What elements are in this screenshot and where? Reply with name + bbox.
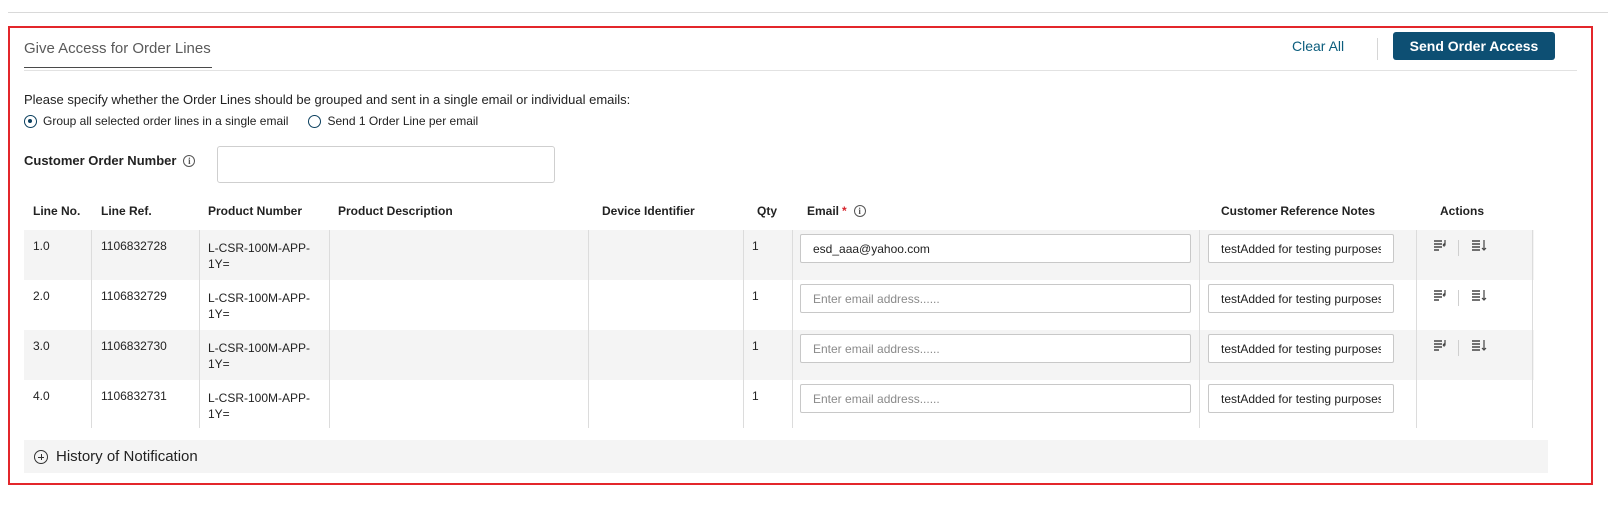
email-input[interactable] bbox=[800, 234, 1191, 263]
customer-order-number-label: Customer Order Number i bbox=[24, 153, 196, 168]
grouping-instruction: Please specify whether the Order Lines s… bbox=[24, 92, 631, 107]
cell-product-number: L-CSR-100M-APP-1Y= bbox=[208, 341, 311, 371]
action-separator bbox=[1458, 340, 1459, 356]
cell-line-ref: 1106832731 bbox=[101, 389, 167, 403]
email-input[interactable] bbox=[800, 334, 1191, 363]
cell-line-no: 3.0 bbox=[33, 339, 50, 353]
copy-to-next-icon[interactable] bbox=[1433, 289, 1449, 304]
cell-product-number: L-CSR-100M-APP-1Y= bbox=[208, 391, 311, 421]
header-line-no: Line No. bbox=[33, 204, 81, 218]
customer-reference-notes-input[interactable] bbox=[1208, 284, 1394, 313]
panel-header: Give Access for Order Lines Clear All Se… bbox=[24, 28, 1577, 71]
cell-qty: 1 bbox=[752, 339, 759, 353]
column-divider bbox=[329, 230, 330, 428]
clear-all-link[interactable]: Clear All bbox=[1292, 38, 1344, 54]
radio-one-per-email[interactable]: Send 1 Order Line per email bbox=[308, 114, 478, 128]
table-row: 2.0 1106832729 L-CSR-100M-APP-1Y= 1 bbox=[24, 280, 1534, 330]
customer-order-number-text: Customer Order Number bbox=[24, 153, 177, 168]
header-email-label: Email bbox=[807, 204, 840, 218]
column-divider bbox=[1532, 230, 1533, 428]
top-divider bbox=[8, 12, 1608, 13]
cell-product-number: L-CSR-100M-APP-1Y= bbox=[208, 291, 311, 321]
customer-reference-notes-input[interactable] bbox=[1208, 234, 1394, 263]
header-customer-reference-notes: Customer Reference Notes bbox=[1221, 204, 1376, 218]
send-order-access-button[interactable]: Send Order Access bbox=[1393, 32, 1555, 60]
column-divider bbox=[91, 230, 92, 428]
header-product-description: Product Description bbox=[338, 204, 453, 218]
radio-group-single-email[interactable]: Group all selected order lines in a sing… bbox=[24, 114, 288, 128]
cell-line-no: 2.0 bbox=[33, 289, 50, 303]
expand-plus-icon[interactable] bbox=[34, 449, 48, 464]
history-of-notification-toggle[interactable]: History of Notification bbox=[24, 440, 1548, 473]
column-divider bbox=[792, 230, 793, 428]
email-input[interactable] bbox=[800, 284, 1191, 313]
radio-unchecked-icon[interactable] bbox=[308, 114, 322, 128]
column-divider bbox=[743, 230, 744, 428]
radio-label: Group all selected order lines in a sing… bbox=[43, 114, 289, 128]
cell-qty: 1 bbox=[752, 289, 759, 303]
header-product-number: Product Number bbox=[208, 204, 303, 218]
header-qty: Qty bbox=[757, 204, 778, 218]
column-divider bbox=[199, 230, 200, 428]
customer-order-number-input[interactable] bbox=[217, 146, 555, 183]
apply-to-all-icon[interactable] bbox=[1471, 239, 1487, 254]
cell-line-ref: 1106832730 bbox=[101, 339, 167, 353]
order-lines-table: 1.0 1106832728 L-CSR-100M-APP-1Y= 1 2.0 … bbox=[24, 230, 1534, 428]
copy-to-next-icon[interactable] bbox=[1433, 239, 1449, 254]
required-marker: * bbox=[842, 204, 847, 218]
header-line-ref: Line Ref. bbox=[101, 204, 152, 218]
header-email: Email * i bbox=[807, 204, 866, 218]
email-input[interactable] bbox=[800, 384, 1191, 413]
header-separator bbox=[1377, 38, 1378, 60]
cell-qty: 1 bbox=[752, 239, 759, 253]
cell-line-ref: 1106832728 bbox=[101, 239, 167, 253]
header-device-identifier: Device Identifier bbox=[602, 204, 695, 218]
table-row: 3.0 1106832730 L-CSR-100M-APP-1Y= 1 bbox=[24, 330, 1534, 380]
grouping-radio-group: Group all selected order lines in a sing… bbox=[24, 114, 498, 128]
apply-to-all-icon[interactable] bbox=[1471, 339, 1487, 354]
cell-product-number: L-CSR-100M-APP-1Y= bbox=[208, 241, 311, 271]
customer-reference-notes-input[interactable] bbox=[1208, 384, 1394, 413]
give-access-panel: Give Access for Order Lines Clear All Se… bbox=[8, 26, 1593, 485]
cell-line-no: 1.0 bbox=[33, 239, 50, 253]
apply-to-all-icon[interactable] bbox=[1471, 289, 1487, 304]
action-separator bbox=[1458, 290, 1459, 306]
history-label: History of Notification bbox=[56, 448, 198, 465]
table-row: 1.0 1106832728 L-CSR-100M-APP-1Y= 1 bbox=[24, 230, 1534, 280]
cell-line-ref: 1106832729 bbox=[101, 289, 167, 303]
column-divider bbox=[1416, 230, 1417, 428]
radio-label: Send 1 Order Line per email bbox=[327, 114, 479, 128]
column-divider bbox=[588, 230, 589, 428]
radio-checked-icon[interactable] bbox=[24, 114, 37, 128]
table-header: Line No. Line Ref. Product Number Produc… bbox=[24, 204, 1534, 228]
email-info-icon[interactable]: i bbox=[853, 205, 866, 217]
column-divider bbox=[1199, 230, 1200, 428]
panel-title: Give Access for Order Lines bbox=[24, 40, 212, 68]
table-row: 4.0 1106832731 L-CSR-100M-APP-1Y= 1 bbox=[24, 380, 1534, 428]
customer-reference-notes-input[interactable] bbox=[1208, 334, 1394, 363]
cell-qty: 1 bbox=[752, 389, 759, 403]
action-separator bbox=[1458, 240, 1459, 256]
info-icon[interactable]: i bbox=[183, 154, 196, 167]
cell-line-no: 4.0 bbox=[33, 389, 50, 403]
header-actions: Actions bbox=[1440, 204, 1485, 218]
copy-to-next-icon[interactable] bbox=[1433, 339, 1449, 354]
